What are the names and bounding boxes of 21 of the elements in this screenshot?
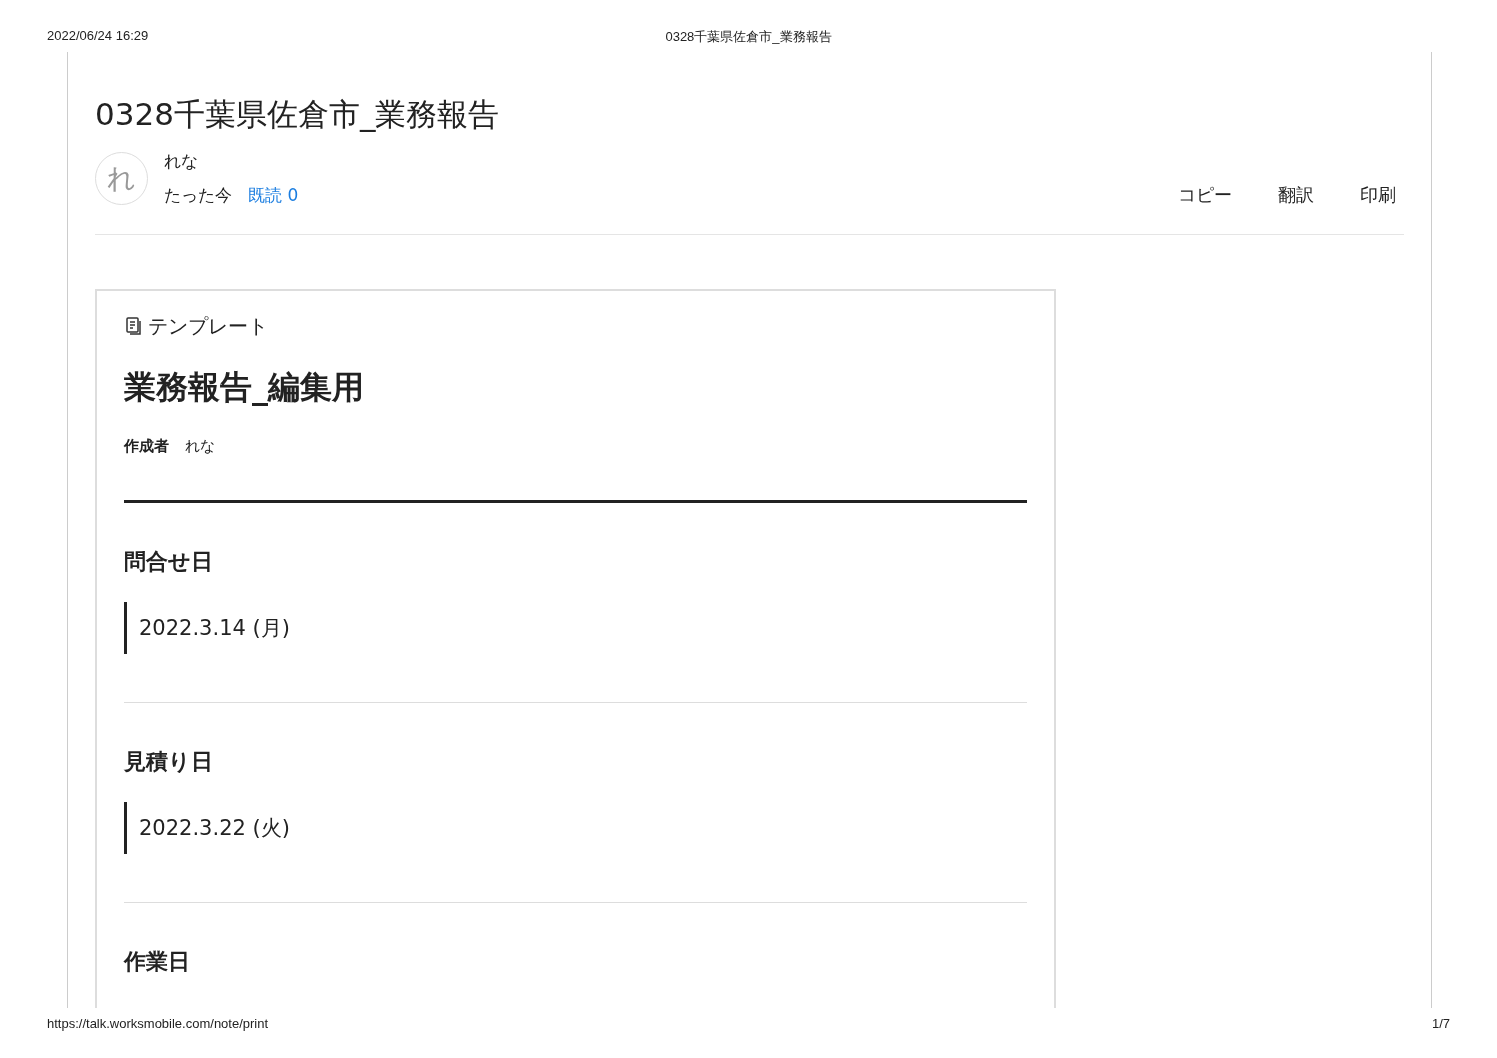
post-time: たった今 — [164, 184, 232, 205]
note-title: 0328千葉県佐倉市_業務報告 — [95, 96, 501, 134]
page-number: 1/7 — [1431, 1015, 1450, 1033]
field-label: 作業日 — [124, 947, 191, 976]
field-label: 問合せ日 — [124, 547, 214, 576]
template-title: 業務報告_編集用 — [124, 367, 365, 409]
action-button[interactable]: 印刷 — [1360, 181, 1396, 209]
creator-name: れな — [185, 437, 215, 456]
template-label: テンプレート — [148, 313, 268, 341]
author-name: れな — [164, 150, 199, 174]
read-count-link[interactable]: 既読 0 — [248, 184, 299, 205]
action-button[interactable]: コピー — [1178, 181, 1232, 209]
print-date: 2022/06/24 16:29 — [47, 27, 149, 45]
print-title: 0328千葉県佐倉市_業務報告 — [665, 28, 832, 46]
print-url: https://talk.worksmobile.com/note/print — [47, 1015, 269, 1033]
field-value: 2022.3.22 (火) — [124, 801, 1027, 854]
action-button[interactable]: 翻訳 — [1278, 181, 1314, 209]
document-icon — [124, 316, 144, 337]
field-label: 見積り日 — [124, 747, 214, 776]
field-value: 2022.3.14 (月) — [124, 601, 1027, 654]
creator-label: 作成者 — [124, 437, 169, 456]
